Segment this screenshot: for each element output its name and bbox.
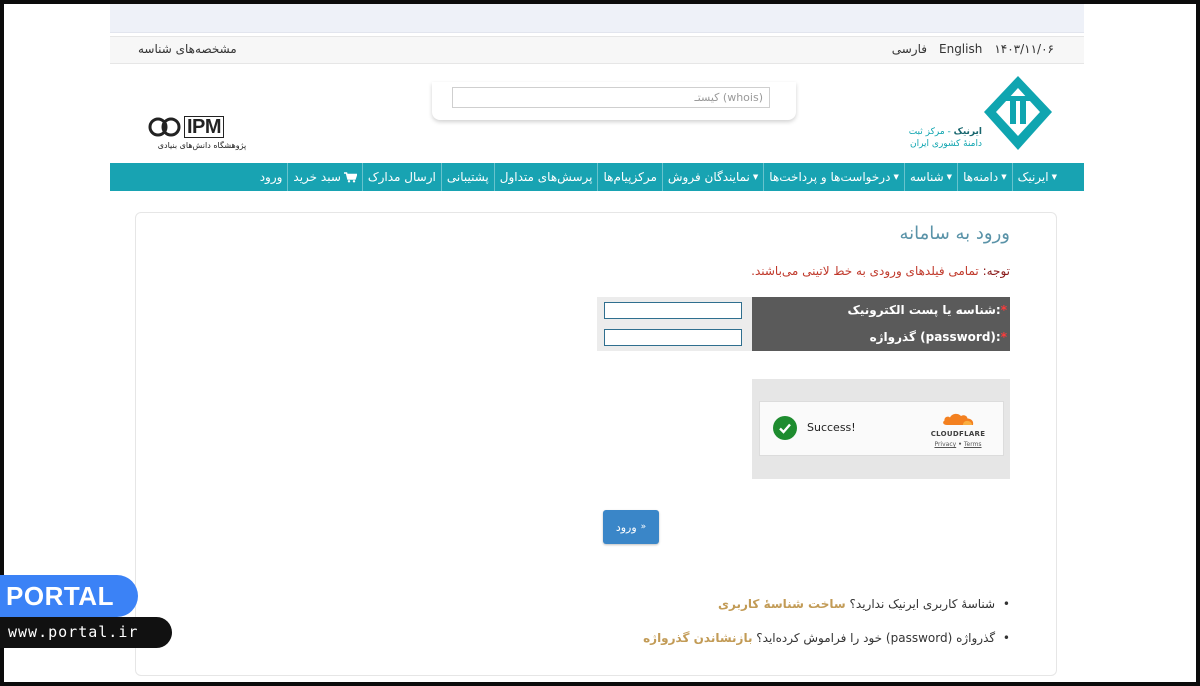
cloudflare-turnstile[interactable]: Success! CLOUDFLARE Privacy • Terms <box>759 401 1004 456</box>
nav-item-send-documents[interactable]: ارسال مدارک <box>361 163 441 191</box>
ipm-logo[interactable]: IPM پژوهشگاه دانش‌های بنیادی <box>148 116 258 156</box>
irnic-site: مشخصه‌های شناسه فارسی English ۱۴۰۳/۱۱/۰۶… <box>110 4 1084 682</box>
forgot-prompt: گذرواژه (password) خود را فراموش کرده‌ای… <box>752 631 996 645</box>
required-mark: * <box>1000 303 1007 317</box>
chevron-icon: » <box>640 522 647 532</box>
password-label: گذرواژه (password):* <box>752 324 1010 351</box>
required-mark: * <box>1000 330 1007 344</box>
username-field-cell <box>597 297 752 324</box>
caret-down-icon: ▼ <box>893 173 899 181</box>
success-check-icon <box>773 416 797 440</box>
password-label-text: گذرواژه (password): <box>869 330 1001 344</box>
utility-right: فارسی English ۱۴۰۳/۱۱/۰۶ <box>892 42 1054 56</box>
login-form: شناسه یا پست الکترونیک:* گذرواژه (passwo… <box>597 297 1010 351</box>
main-navbar: ایرنیک ▼ دامنه‌ها ▼ شناسه ▼ درخواست‌ها و پر… <box>110 163 1084 191</box>
register-row: • شناسهٔ کاربری ایرنیک ندارید؟ ساخت شناس… <box>643 597 1010 611</box>
latin-notice: توجه: تمامی فیلدهای ورودی به خط لاتینی م… <box>751 264 1010 278</box>
nav-item-label: مرکزپیام‌ها <box>603 170 657 184</box>
nav-item-resellers[interactable]: نمایندگان فروش ▼ <box>661 163 763 191</box>
nav-item-label: دامنه‌ها <box>963 170 999 184</box>
login-button[interactable]: ورود » <box>603 510 659 544</box>
ipm-emblem-icon <box>148 117 181 137</box>
bullet-icon: • <box>1002 631 1010 645</box>
reset-row: • گذرواژه (password) خود را فراموش کرده‌… <box>643 631 1010 645</box>
nav-item-identifier[interactable]: شناسه ▼ <box>903 163 957 191</box>
terms-link[interactable]: Terms <box>964 441 982 448</box>
page-title: ورود به سامانه <box>899 223 1010 244</box>
link-separator: • <box>958 441 962 448</box>
caret-down-icon: ▼ <box>1051 173 1057 181</box>
whois-search-input[interactable] <box>452 87 770 108</box>
nav-item-cart[interactable]: سبد خرید <box>287 163 361 191</box>
username-label-text: شناسه یا پست الکترونیک: <box>847 303 1001 317</box>
cloudflare-brand: CLOUDFLARE Privacy • Terms <box>926 411 990 448</box>
cloudflare-wordmark: CLOUDFLARE <box>930 430 986 438</box>
register-prompt: شناسهٔ کاربری ایرنیک ندارید؟ <box>845 597 996 611</box>
irnic-logo-line2: دامنهٔ کشوری ایران <box>909 139 982 149</box>
nav-item-domains[interactable]: دامنه‌ها ▼ <box>957 163 1012 191</box>
current-date: ۱۴۰۳/۱۱/۰۶ <box>994 42 1054 56</box>
notice-prefix: توجه: <box>982 264 1010 278</box>
nav-item-message-center[interactable]: مرکزپیام‌ها <box>597 163 661 191</box>
ipm-logo-subtitle: پژوهشگاه دانش‌های بنیادی <box>157 141 247 150</box>
nav-item-requests-payments[interactable]: درخواست‌ها و پرداخت‌ها ▼ <box>763 163 904 191</box>
nav-item-label: شناسه <box>909 170 944 184</box>
lang-english-link[interactable]: English <box>939 42 982 56</box>
nav-item-support[interactable]: پشتیبانی <box>440 163 494 191</box>
nav-item-label: ایرنیک <box>1017 170 1049 184</box>
captcha-status: Success! <box>807 421 856 434</box>
cloudflare-links: Privacy • Terms <box>926 441 990 448</box>
cart-icon <box>343 171 357 182</box>
caret-down-icon: ▼ <box>1001 173 1007 181</box>
utility-bar: مشخصه‌های شناسه فارسی English ۱۴۰۳/۱۱/۰۶ <box>110 36 1084 64</box>
lang-farsi-link[interactable]: فارسی <box>892 42 927 56</box>
browser-top-strip <box>110 4 1084 33</box>
nav-item-label: نمایندگان فروش <box>667 170 750 184</box>
username-label: شناسه یا پست الکترونیک:* <box>752 297 1010 324</box>
nav-item-label: پشتیبانی <box>446 170 489 184</box>
nav-item-label: ورود <box>259 170 283 184</box>
portal-watermark-url: www.portal.ir <box>0 617 172 648</box>
identifier-specs-link[interactable]: مشخصه‌های شناسه <box>138 42 237 56</box>
caret-down-icon: ▼ <box>752 173 759 181</box>
nav-item-faq[interactable]: پرسش‌های متداول <box>493 163 598 191</box>
irnic-emblem-icon <box>984 76 1052 150</box>
irnic-logo-tagline: - مرکز ثبت <box>908 127 954 137</box>
nav-item-label: درخواست‌ها و پرداخت‌ها <box>769 170 891 184</box>
cloudflare-cloud-icon <box>943 413 974 425</box>
password-input[interactable] <box>604 329 742 346</box>
bullet-icon: • <box>1002 597 1010 611</box>
reset-password-link[interactable]: بازنشاندن گذرواژه <box>643 631 752 645</box>
privacy-link[interactable]: Privacy <box>934 441 956 448</box>
whois-search-box <box>432 82 796 120</box>
password-field-cell <box>597 324 752 351</box>
ipm-logo-mark: IPM <box>148 116 258 138</box>
nav-item-login[interactable]: ورود <box>255 163 288 191</box>
nav-item-label: ارسال مدارک <box>367 170 436 184</box>
irnic-logo-name: ایرنیک <box>953 127 982 137</box>
caret-down-icon: ▼ <box>946 173 953 181</box>
nav-item-label: پرسش‌های متداول <box>499 170 593 184</box>
username-input[interactable] <box>604 302 742 319</box>
portal-watermark-brand: PORTAL <box>0 575 138 617</box>
notice-text: تمامی فیلدهای ورودی به خط لاتینی می‌باشن… <box>751 264 983 278</box>
irnic-logo-text: ایرنیک - مرکز ثبت دامنهٔ کشوری ایران <box>909 126 982 150</box>
irnic-logo[interactable]: ایرنیک - مرکز ثبت دامنهٔ کشوری ایران <box>898 74 1054 156</box>
captcha-container: Success! CLOUDFLARE Privacy • Terms <box>752 379 1010 479</box>
login-panel: ورود به سامانه توجه: تمامی فیلدهای ورودی… <box>135 212 1057 676</box>
ipm-logo-text: IPM <box>184 116 225 138</box>
nav-item-label: سبد خرید <box>293 170 341 184</box>
create-account-link[interactable]: ساخت شناسهٔ کاربری <box>718 597 846 611</box>
login-button-label: ورود <box>615 520 637 534</box>
nav-item-irnic[interactable]: ایرنیک ▼ <box>1011 163 1062 191</box>
help-links: • شناسهٔ کاربری ایرنیک ندارید؟ ساخت شناس… <box>643 597 1010 665</box>
